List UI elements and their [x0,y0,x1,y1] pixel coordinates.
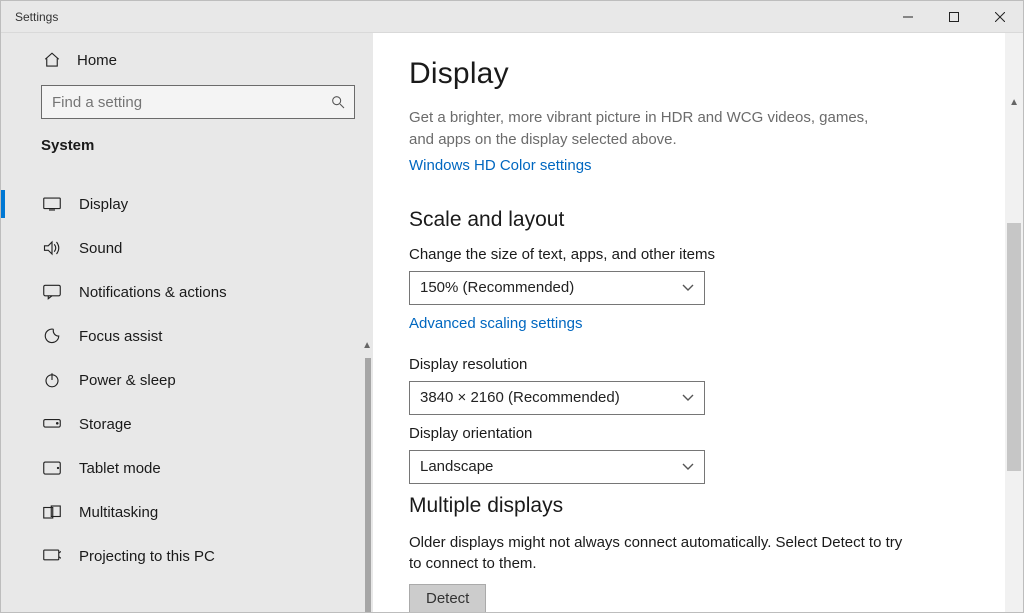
minimize-button[interactable] [885,1,931,32]
sidebar-item-label: Sound [79,240,122,257]
sidebar-item-label: Notifications & actions [79,284,227,301]
sidebar-item-label: Power & sleep [79,372,176,389]
search-box[interactable] [41,85,355,119]
main-content: Display Get a brighter, more vibrant pic… [373,33,1023,612]
notifications-icon [43,284,61,300]
sidebar-item-label: Storage [79,416,132,433]
main-scrollbar-thumb[interactable] [1007,223,1021,471]
advanced-scaling-link[interactable]: Advanced scaling settings [409,315,582,332]
multiple-displays-section: Multiple displays Older displays might n… [409,494,983,613]
project-icon [43,549,61,563]
home-label: Home [77,52,117,69]
scale-dropdown-value: 150% (Recommended) [420,279,574,296]
sidebar-item-label: Multitasking [79,504,158,521]
minimize-icon [903,12,913,22]
detect-button[interactable]: Detect [409,584,486,613]
titlebar: Settings [1,1,1023,33]
resolution-label: Display resolution [409,356,983,373]
home-icon [43,51,61,69]
chevron-down-icon [682,394,694,402]
detect-button-label: Detect [426,590,469,607]
sidebar-item-label: Tablet mode [79,460,161,477]
home-nav[interactable]: Home [1,33,373,81]
maximize-icon [949,12,959,22]
scale-dropdown[interactable]: 150% (Recommended) [409,271,705,305]
resolution-dropdown-value: 3840 × 2160 (Recommended) [420,389,620,406]
window-body: Home System ▲ Display [1,33,1023,612]
orientation-dropdown[interactable]: Landscape [409,450,705,484]
sidebar-item-projecting[interactable]: Projecting to this PC [1,534,373,578]
window-controls [885,1,1023,32]
category-heading: System [1,129,373,164]
sidebar-item-sound[interactable]: Sound [1,226,373,270]
sidebar-item-label: Focus assist [79,328,162,345]
multiple-displays-heading: Multiple displays [409,494,983,518]
sidebar-item-storage[interactable]: Storage [1,402,373,446]
scale-layout-heading: Scale and layout [409,208,983,232]
sidebar-item-display[interactable]: Display [1,182,373,226]
chevron-down-icon [682,284,694,292]
focus-icon [43,327,61,345]
search-container [41,85,355,119]
multiple-displays-body: Older displays might not always connect … [409,532,909,574]
scale-label: Change the size of text, apps, and other… [409,246,983,263]
orientation-dropdown-value: Landscape [420,458,493,475]
sidebar-item-tablet-mode[interactable]: Tablet mode [1,446,373,490]
orientation-label: Display orientation [409,425,983,442]
tablet-icon [43,461,61,475]
display-icon [43,197,61,211]
resolution-dropdown[interactable]: 3840 × 2160 (Recommended) [409,381,705,415]
close-button[interactable] [977,1,1023,32]
chevron-down-icon [682,463,694,471]
search-input[interactable] [42,86,320,118]
nav-list: ▲ Display Sound N [1,164,373,612]
main-scroll-up-icon[interactable]: ▲ [1009,97,1019,108]
scale-layout-section: Scale and layout Change the size of text… [409,208,983,484]
sidebar-item-focus-assist[interactable]: Focus assist [1,314,373,358]
settings-window: Settings Home [0,0,1024,613]
maximize-button[interactable] [931,1,977,32]
hd-color-settings-link[interactable]: Windows HD Color settings [409,157,592,174]
multitask-icon [43,505,61,519]
sidebar-item-notifications[interactable]: Notifications & actions [1,270,373,314]
sidebar: Home System ▲ Display [1,33,373,612]
sound-icon [43,240,61,256]
sidebar-item-label: Display [79,196,128,213]
sidebar-item-label: Projecting to this PC [79,548,215,565]
storage-icon [43,418,61,430]
hdr-description: Get a brighter, more vibrant picture in … [409,107,869,151]
sidebar-item-power-sleep[interactable]: Power & sleep [1,358,373,402]
close-icon [995,12,1005,22]
power-icon [43,371,61,389]
page-title: Display [409,57,983,91]
sidebar-item-multitasking[interactable]: Multitasking [1,490,373,534]
main-scrollbar-track[interactable]: ▲ [1005,33,1023,612]
sidebar-scrollbar-thumb[interactable] [365,358,371,612]
window-title: Settings [15,10,58,24]
search-icon [330,94,346,110]
